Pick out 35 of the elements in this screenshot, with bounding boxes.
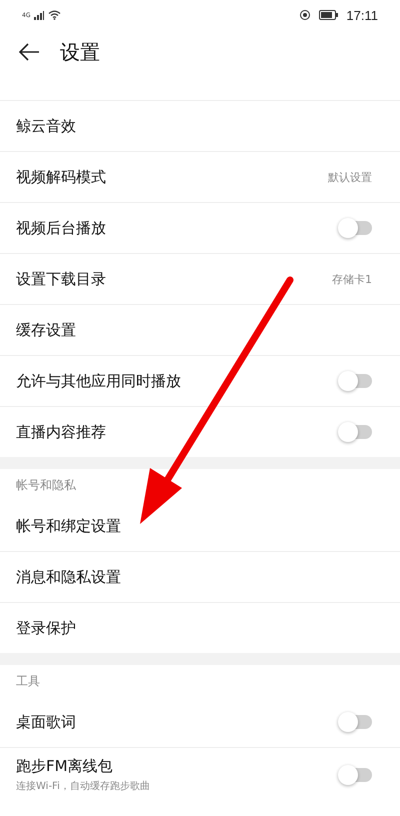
row-subtitle: 连接Wi-Fi，自动缓存跑步歌曲 [16, 780, 150, 793]
settings-row[interactable]: 消息和隐私设置 [0, 552, 400, 603]
settings-row[interactable]: 设置下载目录 存储卡1 [0, 254, 400, 305]
settings-row[interactable]: 跑步FM离线包 连接Wi-Fi，自动缓存跑步歌曲 [0, 748, 400, 802]
signal-icon [34, 10, 44, 20]
wifi-icon [48, 10, 62, 20]
row-label: 缓存设置 [16, 320, 76, 340]
settings-row[interactable]: 登录保护 [0, 603, 400, 653]
eye-icon [299, 10, 312, 20]
row-label: 直播内容推荐 [16, 422, 106, 442]
battery-icon [319, 10, 338, 20]
settings-row[interactable]: 视频解码模式 默认设置 [0, 152, 400, 203]
setting-value: 存储卡1 [332, 272, 372, 286]
settings-row[interactable]: 直播内容推荐 [0, 407, 400, 457]
page-title: 设置 [60, 38, 100, 66]
row-label: 帐号和绑定设置 [16, 516, 121, 536]
row-label: 跑步FM离线包 [16, 757, 114, 776]
back-arrow-icon[interactable] [18, 43, 40, 61]
row-label: 鲸云音效 [16, 116, 76, 136]
row-label: 消息和隐私设置 [16, 568, 121, 586]
row-label: 视频后台播放 [16, 218, 106, 238]
settings-row[interactable]: 桌面歌词 [0, 697, 400, 748]
settings-row[interactable]: 允许与其他应用同时播放 [0, 356, 400, 407]
row-label: 允许与其他应用同时播放 [16, 372, 181, 390]
clock-time: 17:11 [346, 8, 378, 22]
section-title: 工具 [15, 672, 41, 690]
section-title: 帐号和隐私 [15, 476, 77, 494]
settings-row[interactable]: 视频后台播放 [0, 203, 400, 254]
row-label: 登录保护 [16, 618, 76, 638]
setting-value: 默认设置 [328, 170, 372, 184]
settings-row[interactable]: 鲸云音效 [0, 101, 400, 152]
row-label: 设置下载目录 [16, 270, 106, 288]
row-label: 桌面歌词 [16, 712, 76, 732]
row-label: 视频解码模式 [16, 168, 106, 186]
settings-row[interactable]: 缓存设置 [0, 305, 400, 356]
